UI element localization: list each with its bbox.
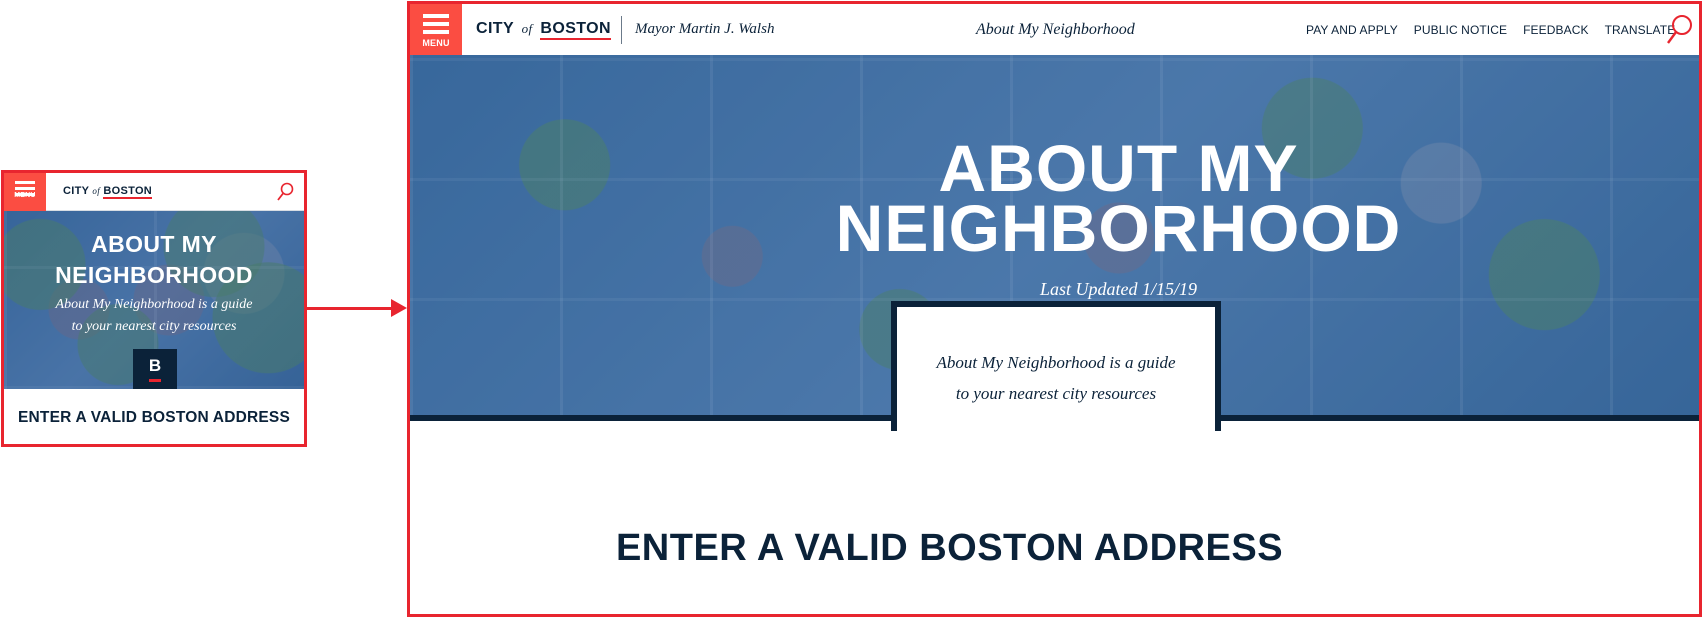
intro-card-line1: About My Neighborhood is a guide [936,353,1176,372]
desktop-hero-title-line1: ABOUT MY [938,131,1299,205]
logo-of-text: of [92,186,101,196]
logo-boston-text: BOSTON [103,185,153,199]
mobile-hero-title-line2: NEIGHBORHOOD [55,262,253,288]
nav-feedback[interactable]: FEEDBACK [1523,23,1588,37]
header-nav: PAY AND APPLY PUBLIC NOTICE FEEDBACK TRA… [1306,23,1675,37]
arrow-right-icon [307,307,399,310]
mobile-hero-sub-line1: About My Neighborhood is a guide [55,297,253,312]
mobile-hero: ABOUT MY NEIGHBORHOOD About My Neighborh… [4,211,304,389]
mobile-hero-title: ABOUT MY NEIGHBORHOOD [4,229,304,291]
desktop-city-logo[interactable]: CITY of BOSTON [476,20,611,40]
mobile-hero-subtitle: About My Neighborhood is a guide to your… [4,294,304,338]
mobile-menu-label: MENU [14,192,36,199]
mobile-city-logo[interactable]: CITY of BOSTON [63,185,153,199]
boston-b-badge: B [133,349,177,389]
desktop-header: MENU CITY of BOSTON Mayor Martin J. Wals… [410,4,1699,55]
desktop-enter-address-heading: ENTER A VALID BOSTON ADDRESS [410,527,1699,570]
logo-of-text: of [521,21,533,36]
desktop-hero-title: ABOUT MY NEIGHBORHOOD [410,131,1699,265]
desktop-hero-title-line2: NEIGHBORHOOD [835,191,1402,265]
desktop-menu-label: MENU [422,38,450,48]
logo-city-text: CITY [63,185,90,197]
intro-card-line2: to your nearest city resources [955,384,1157,403]
mobile-hero-sub-line2: to your nearest city resources [71,319,237,334]
enter-address-text: ENTER A VALID BOSTON ADDRESS [615,527,1284,569]
header-divider [621,16,622,44]
header-page-name: About My Neighborhood [976,21,1135,38]
menu-icon [423,14,449,18]
mobile-header: MENU CITY of BOSTON [4,173,304,211]
nav-pay-and-apply[interactable]: PAY AND APPLY [1306,23,1398,37]
logo-boston-text: BOSTON [540,20,611,40]
desktop-mockup: MENU CITY of BOSTON Mayor Martin J. Wals… [407,1,1702,617]
logo-city-text: CITY [476,20,514,37]
menu-icon [15,181,35,184]
search-icon[interactable] [276,182,294,202]
mobile-menu-button[interactable]: MENU [4,173,46,211]
intro-card: About My Neighborhood is a guide to your… [891,301,1221,431]
mobile-enter-address-heading: ENTER A VALID BOSTON ADDRESS [18,409,290,426]
mayor-link[interactable]: Mayor Martin J. Walsh [635,21,774,38]
arrow-head [391,299,407,317]
last-updated-text: Last Updated 1/15/19 [1039,279,1197,299]
intro-card-text: About My Neighborhood is a guide to your… [897,347,1215,409]
mobile-mockup: MENU CITY of BOSTON ABOUT MY NEIGHBORHOO… [1,170,307,447]
search-icon[interactable] [1665,14,1693,46]
badge-letter: B [148,356,162,375]
desktop-menu-button[interactable]: MENU [410,4,462,55]
nav-public-notice[interactable]: PUBLIC NOTICE [1414,23,1507,37]
mobile-hero-title-line1: ABOUT MY [91,231,217,257]
